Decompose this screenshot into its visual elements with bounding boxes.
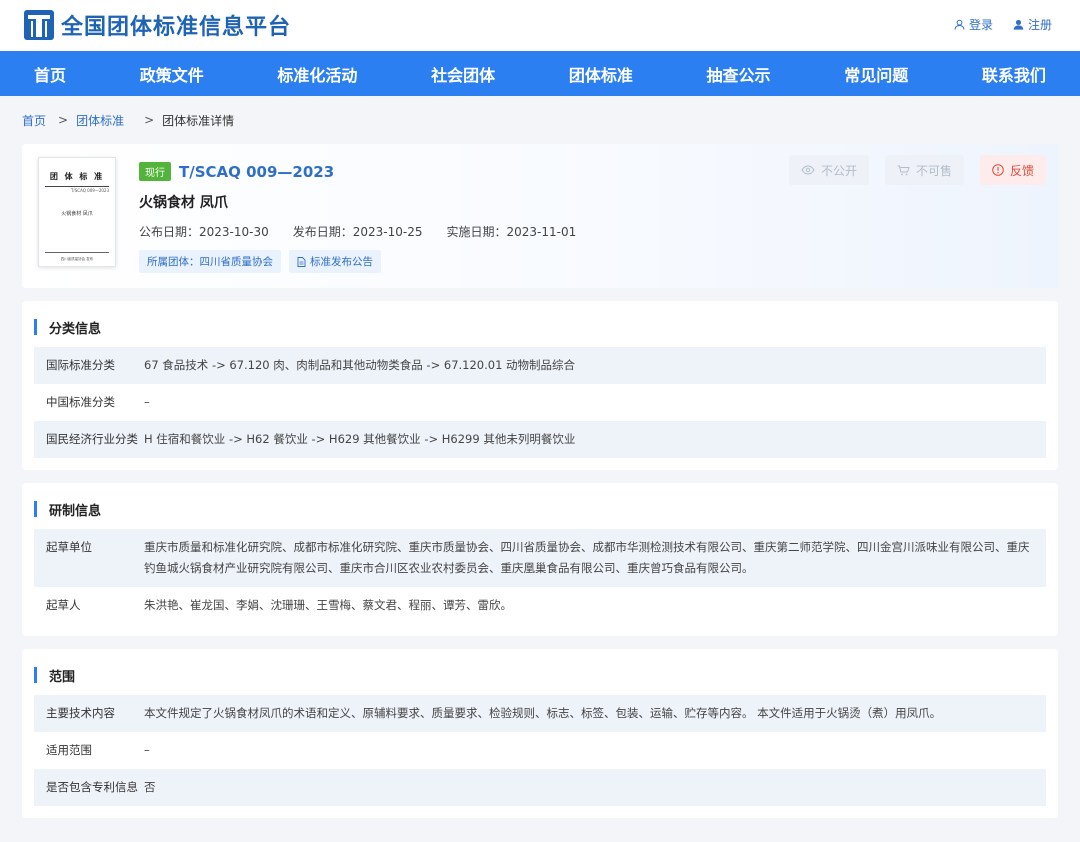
row-label: 适用范围 xyxy=(46,743,92,757)
row-value: H 住宿和餐饮业 -> H62 餐饮业 -> H629 其他餐饮业 -> H62… xyxy=(144,432,576,446)
breadcrumb-separator: > xyxy=(58,113,69,127)
register-label: 注册 xyxy=(1027,18,1052,32)
table-row: 国民经济行业分类 H 住宿和餐饮业 -> H62 餐饮业 -> H629 其他餐… xyxy=(34,421,1046,458)
table-row: 起草人 朱洪艳、崔龙国、李娟、沈珊珊、王雪梅、蔡文君、程丽、谭芳、雷欣。 xyxy=(34,587,1046,624)
user-filled-icon xyxy=(1013,19,1024,30)
table-row: 起草单位 重庆市质量和标准化研究院、成都市标准化研究院、重庆市质量协会、四川省质… xyxy=(34,529,1046,587)
row-label: 起草人 xyxy=(46,598,81,612)
announcement-tag[interactable]: 标准发布公告 xyxy=(289,250,381,273)
table-row: 是否包含专利信息 否 xyxy=(34,769,1046,806)
auth-links: 登录 注册 xyxy=(954,16,1052,33)
table-row: 国际标准分类 67 食品技术 -> 67.120 肉、肉制品和其他动物类食品 -… xyxy=(34,347,1046,384)
announcement-label: 标准发布公告 xyxy=(310,256,373,268)
nav-item-home[interactable]: 首页 xyxy=(34,62,66,86)
thumb-name: 火锅食材 凤爪 xyxy=(61,211,93,217)
register-link[interactable]: 注册 xyxy=(1013,16,1052,33)
breadcrumb-current: 团体标准详情 xyxy=(162,113,235,128)
standard-dates: 公布日期：2023-10-30 发布日期：2023-10-25 实施日期：202… xyxy=(139,223,576,240)
breadcrumb-home[interactable]: 首页 xyxy=(22,112,46,129)
nav-item-contact[interactable]: 联系我们 xyxy=(982,62,1046,86)
login-link[interactable]: 登录 xyxy=(954,16,993,33)
eye-icon xyxy=(801,165,815,175)
thumb-code: T/SCAQ 009—2023 xyxy=(70,188,109,193)
standard-actions: 不公开 不可售 反馈 xyxy=(788,155,1046,185)
scope-section: 范围 主要技术内容 本文件规定了火锅食材凤爪的术语和定义、原辅料要求、质量要求、… xyxy=(22,649,1058,818)
standard-tags: 所属团体：四川省质量协会 标准发布公告 xyxy=(139,250,381,273)
alert-circle-icon xyxy=(992,164,1004,176)
feedback-button[interactable]: 反馈 xyxy=(979,155,1046,185)
breadcrumb: 首页 > 团体标准 > 团体标准详情 xyxy=(0,96,1080,144)
not-public-button: 不公开 xyxy=(788,155,869,185)
nav-item-organizations[interactable]: 社会团体 xyxy=(431,62,495,86)
not-public-label: 不公开 xyxy=(820,163,857,178)
row-value: 朱洪艳、崔龙国、李娟、沈珊珊、王雪梅、蔡文君、程丽、谭芳、雷欣。 xyxy=(144,598,512,612)
breadcrumb-group-standards[interactable]: 团体标准 xyxy=(76,112,124,129)
not-for-sale-label: 不可售 xyxy=(915,163,952,178)
nav-item-faq[interactable]: 常见问题 xyxy=(844,62,908,86)
table-row: 适用范围 – xyxy=(34,732,1046,769)
implementation-date: 实施日期：2023-11-01 xyxy=(446,225,577,239)
classification-section: 分类信息 国际标准分类 67 食品技术 -> 67.120 肉、肉制品和其他动物… xyxy=(22,301,1058,470)
logo-icon xyxy=(24,10,54,40)
nav-item-policy[interactable]: 政策文件 xyxy=(140,62,204,86)
nav-item-activities[interactable]: 标准化活动 xyxy=(277,62,357,86)
user-outline-icon xyxy=(954,19,965,30)
site-header: 全国团体标准信息平台 登录 注册 xyxy=(0,0,1080,51)
nav-item-group-standards[interactable]: 团体标准 xyxy=(569,62,633,86)
row-value: – xyxy=(144,743,150,757)
cart-icon xyxy=(897,165,910,175)
section-title: 研制信息 xyxy=(34,499,1046,519)
row-label: 国民经济行业分类 xyxy=(46,432,138,446)
publish-date: 公布日期：2023-10-30 xyxy=(139,225,269,239)
site-title: 全国团体标准信息平台 xyxy=(61,14,292,40)
site-logo[interactable]: 全国团体标准信息平台 xyxy=(24,9,291,41)
row-value: – xyxy=(144,395,150,409)
feedback-label: 反馈 xyxy=(1009,163,1034,178)
organization-tag[interactable]: 所属团体：四川省质量协会 xyxy=(139,250,281,273)
main-nav: 首页 政策文件 标准化活动 社会团体 团体标准 抽查公示 常见问题 联系我们 xyxy=(0,51,1080,96)
table-row: 中国标准分类 – xyxy=(34,384,1046,421)
row-label: 中国标准分类 xyxy=(46,395,115,409)
row-label: 起草单位 xyxy=(46,540,92,554)
standard-heading: 现行 T/SCAQ 009—2023 xyxy=(139,162,334,181)
standard-code: T/SCAQ 009—2023 xyxy=(179,162,335,181)
document-icon xyxy=(297,256,306,267)
standard-cover-thumbnail[interactable]: 团 体 标 准 T/SCAQ 009—2023 火锅食材 凤爪 四川省质量协会 … xyxy=(38,157,116,267)
status-badge: 现行 xyxy=(139,162,171,181)
row-label: 主要技术内容 xyxy=(46,706,115,720)
row-value: 重庆市质量和标准化研究院、成都市标准化研究院、重庆市质量协会、四川省质量协会、成… xyxy=(144,540,1030,575)
section-title: 范围 xyxy=(34,665,1046,685)
breadcrumb-separator: > xyxy=(144,113,155,127)
row-label: 国际标准分类 xyxy=(46,358,115,372)
standard-name: 火锅食材 凤爪 xyxy=(139,195,228,211)
thumb-footer: 四川省质量协会 发布 xyxy=(60,257,94,261)
row-value: 本文件规定了火锅食材凤爪的术语和定义、原辅料要求、质量要求、检验规则、标志、标签… xyxy=(144,706,942,720)
row-value: 67 食品技术 -> 67.120 肉、肉制品和其他动物类食品 -> 67.12… xyxy=(144,358,576,372)
development-section: 研制信息 起草单位 重庆市质量和标准化研究院、成都市标准化研究院、重庆市质量协会… xyxy=(22,483,1058,636)
table-row: 主要技术内容 本文件规定了火锅食材凤爪的术语和定义、原辅料要求、质量要求、检验规… xyxy=(34,695,1046,732)
row-value: 否 xyxy=(144,780,156,794)
nav-item-inspection[interactable]: 抽查公示 xyxy=(707,62,771,86)
thumb-title: 团 体 标 准 xyxy=(49,172,105,181)
login-label: 登录 xyxy=(968,18,993,32)
not-for-sale-button: 不可售 xyxy=(884,155,964,185)
row-label: 是否包含专利信息 xyxy=(46,780,138,794)
section-title: 分类信息 xyxy=(34,317,1046,337)
release-date: 发布日期：2023-10-25 xyxy=(292,225,423,239)
standard-summary-card: 团 体 标 准 T/SCAQ 009—2023 火锅食材 凤爪 四川省质量协会 … xyxy=(22,144,1058,288)
